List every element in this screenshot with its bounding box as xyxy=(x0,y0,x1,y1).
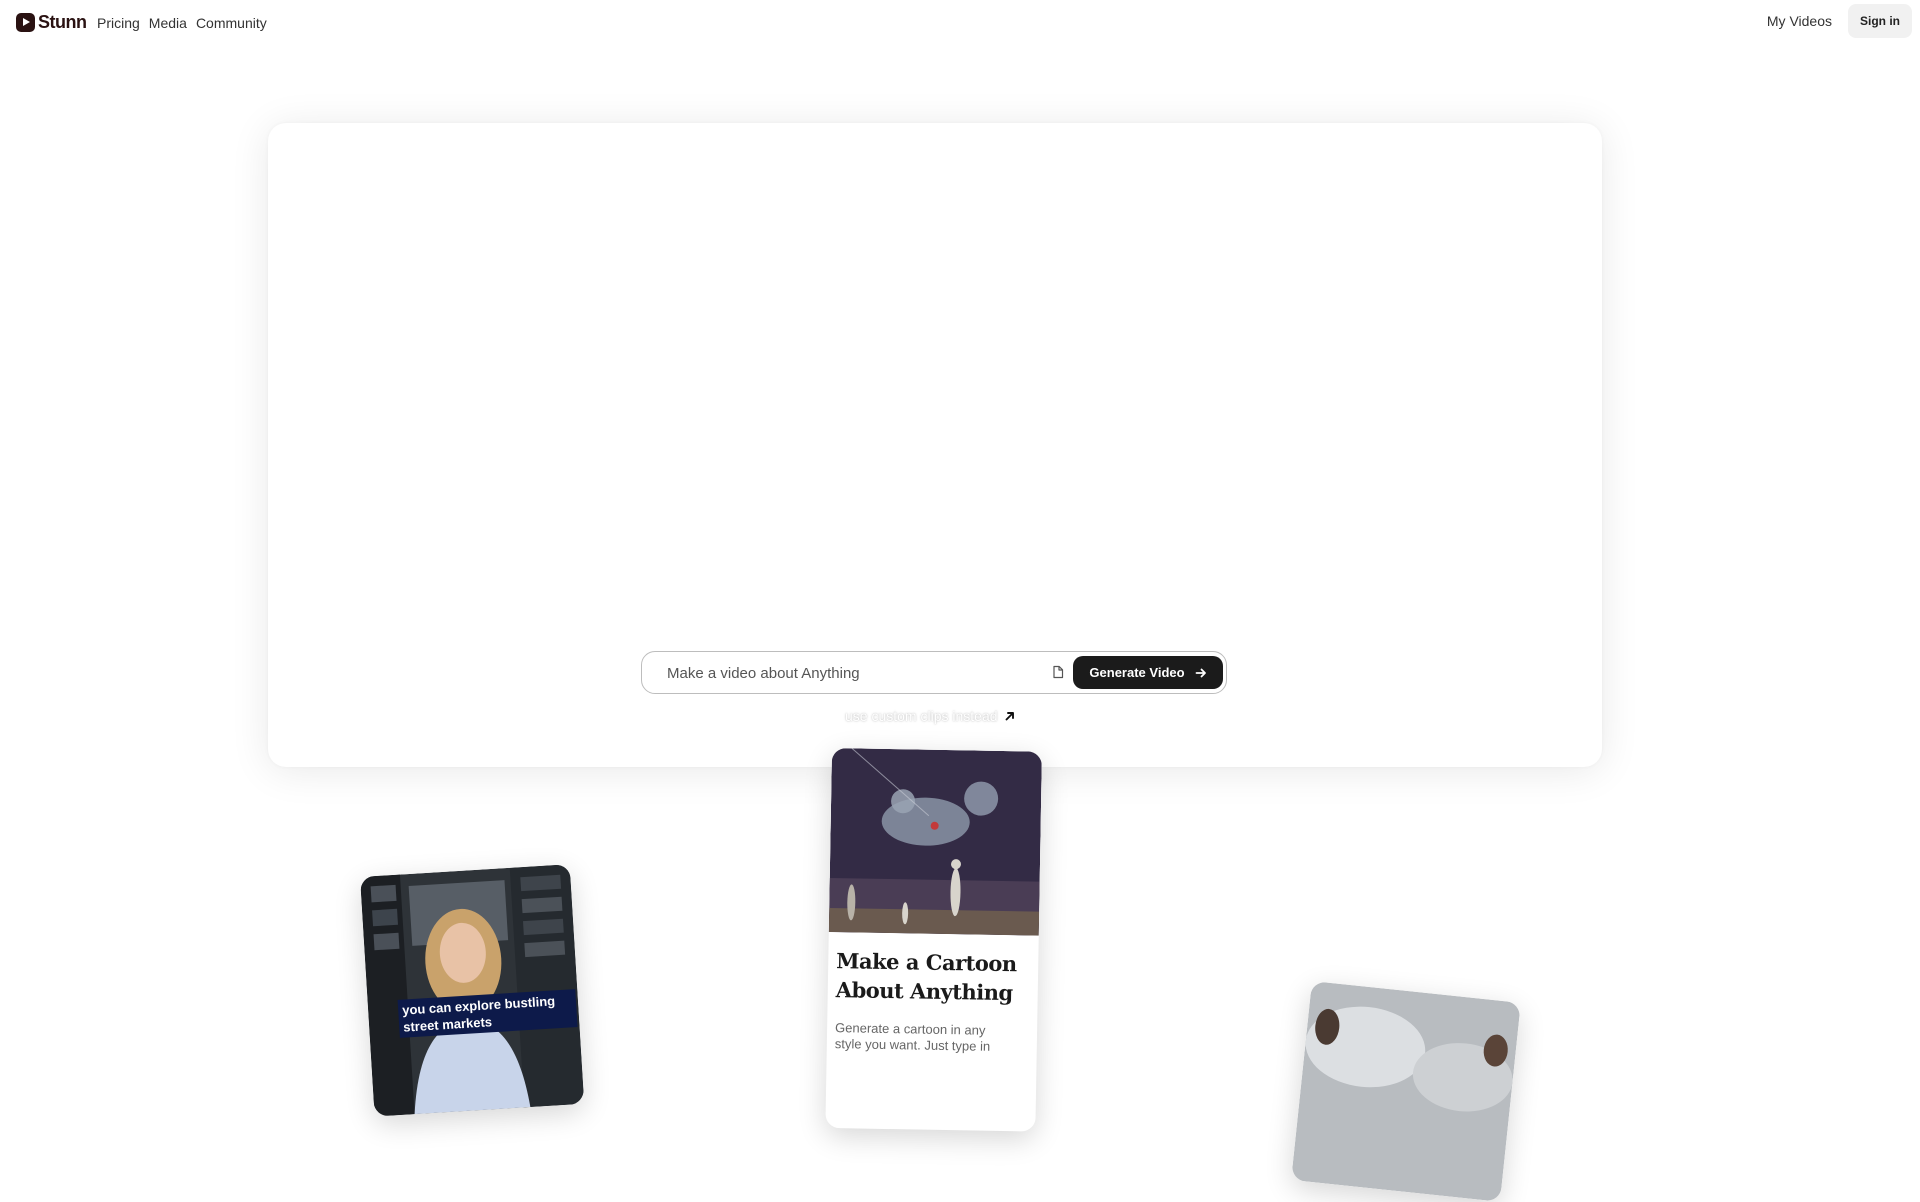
my-videos-link[interactable]: My Videos xyxy=(1767,13,1832,29)
custom-clips-link[interactable]: use custom clips instead xyxy=(845,708,1016,724)
generate-video-button[interactable]: Generate Video xyxy=(1073,656,1223,689)
cartoon-card-title: Make a Cartoon About Anything xyxy=(835,948,1017,1006)
brand-name: Stunn xyxy=(38,12,87,32)
arrow-up-right-icon xyxy=(1005,712,1014,721)
sign-in-button[interactable]: Sign in xyxy=(1848,4,1912,38)
example-card-presenter[interactable]: you can explore bustling street markets xyxy=(360,864,585,1117)
photo-video-thumbnail xyxy=(1291,981,1521,1202)
example-card-cartoon[interactable]: Make a Cartoon About Anything Generate a… xyxy=(825,748,1042,1132)
play-logo-icon xyxy=(16,13,35,32)
example-card-photo[interactable] xyxy=(1291,981,1521,1202)
prompt-bar: Generate Video xyxy=(641,651,1227,695)
prompt-input[interactable] xyxy=(665,652,1039,695)
nav-link-pricing[interactable]: Pricing xyxy=(97,15,140,31)
custom-clips-label: use custom clips instead xyxy=(845,708,998,724)
nav-right: My Videos Sign in xyxy=(1767,4,1912,38)
brand-logo[interactable]: Stunn xyxy=(16,12,87,33)
nav-links: Pricing Media Community xyxy=(97,15,267,31)
nav-link-community[interactable]: Community xyxy=(196,15,267,31)
top-nav: Stunn Pricing Media Community My Videos … xyxy=(0,0,1920,46)
cartoon-video-thumbnail xyxy=(828,748,1042,936)
generate-video-label: Generate Video xyxy=(1089,665,1185,680)
cartoon-card-description: Generate a cartoon in any style you want… xyxy=(834,1020,991,1054)
file-attach-icon[interactable] xyxy=(1051,665,1065,679)
arrow-right-icon xyxy=(1195,668,1206,677)
nav-link-media[interactable]: Media xyxy=(149,15,187,31)
